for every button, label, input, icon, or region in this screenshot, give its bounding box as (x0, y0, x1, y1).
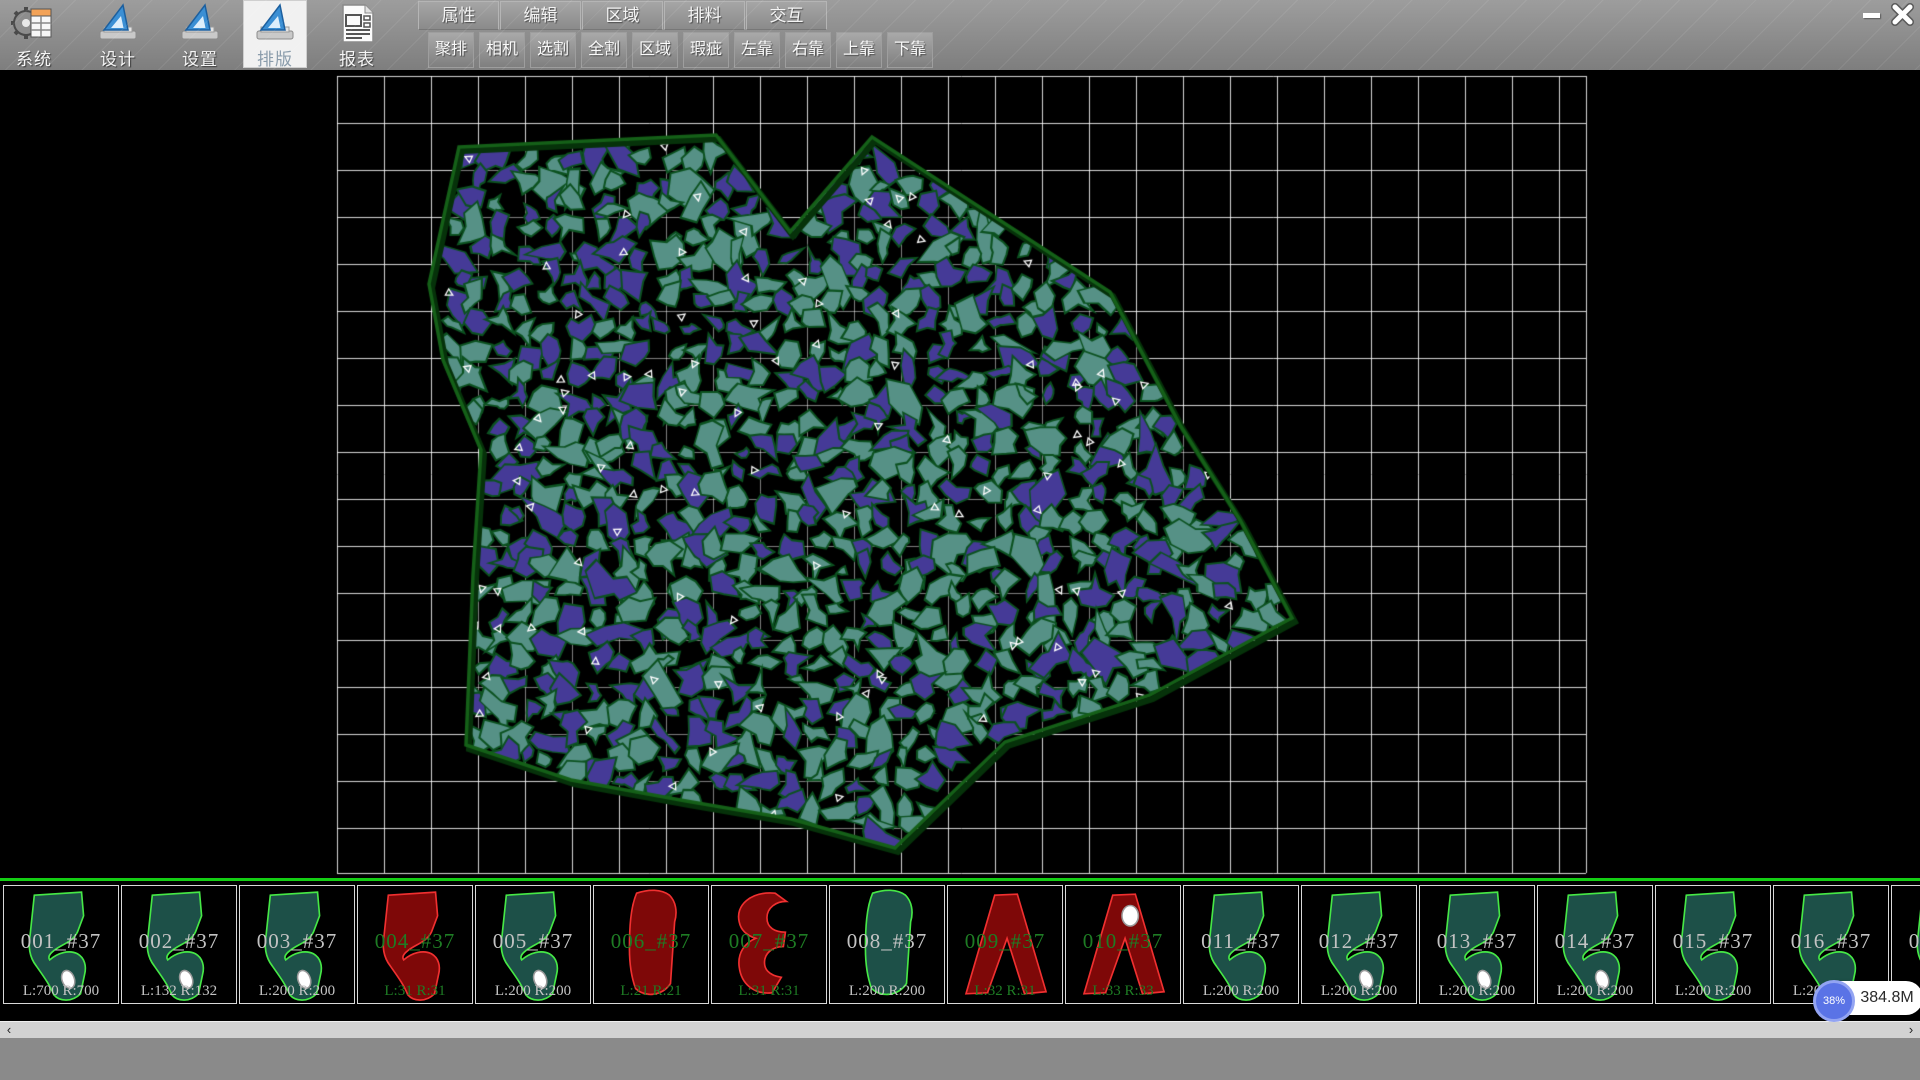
action-button-2[interactable]: 相机 (479, 32, 525, 68)
piece-lr-label: L:132 R:132 (122, 983, 236, 1000)
action-button-10[interactable]: 下靠 (887, 32, 933, 68)
piece-thumbnail[interactable]: 014_#37 L:200 R:200 (1537, 885, 1653, 1004)
piece-thumbnail-strip: 001_#37L:700 R:700002_#37L:132 R:132003_… (0, 878, 1920, 1005)
piece-id-label: 001_#37 (4, 929, 118, 954)
minimize-icon (1863, 13, 1880, 18)
piece-lr-label: L:700 R:700 (4, 983, 118, 1000)
piece-id-label: 003_#37 (240, 929, 354, 954)
piece-thumbnail[interactable]: 012_#37 L:200 R:200 (1301, 885, 1417, 1004)
scroll-right-arrow[interactable]: › (1902, 1022, 1920, 1039)
toolbar-button-5[interactable]: 报表 (325, 0, 389, 68)
piece-lr-label: L:200 R:200 (1184, 983, 1298, 1000)
piece-id-label: 014_#37 (1538, 929, 1652, 954)
action-button-8[interactable]: 右靠 (785, 32, 831, 68)
piece-lr-label: L:21 R:21 (594, 983, 708, 1000)
report-icon (334, 3, 380, 43)
minimize-button[interactable] (1856, 2, 1887, 27)
piece-thumbnail[interactable]: 002_#37 L:132 R:132 (121, 885, 237, 1004)
nesting-workspace (0, 70, 1920, 878)
close-icon (1887, 2, 1918, 27)
piece-lr-label: L:32 R:31 (948, 983, 1062, 1000)
piece-thumbnail[interactable]: 003_#37 L:200 R:200 (239, 885, 355, 1004)
piece-id-label: 008_#37 (830, 929, 944, 954)
piece-thumbnail[interactable]: 005_#37 L:200 R:200 (475, 885, 591, 1004)
toolbar-button-1[interactable]: 系统 (2, 0, 66, 68)
piece-thumbnail[interactable]: 004_#37 L:31 R:31 (357, 885, 473, 1004)
toolbar-button-4[interactable]: 排版 (243, 0, 307, 68)
piece-lr-label: L:200 R:200 (1420, 983, 1534, 1000)
piece-thumbnail[interactable]: 009_#37 L:32 R:31 (947, 885, 1063, 1004)
action-button-3[interactable]: 选割 (530, 32, 576, 68)
window-controls (1856, 2, 1918, 27)
progress-circle: 38% (1813, 980, 1855, 1022)
piece-id-label: 004_#37 (358, 929, 472, 954)
menu-tab-5[interactable]: 交互 (746, 1, 827, 30)
toolbar-button-label: 系统 (2, 45, 66, 70)
action-button-5[interactable]: 区域 (632, 32, 678, 68)
piece-id-label: 006_#37 (594, 929, 708, 954)
action-button-1[interactable]: 聚排 (428, 32, 474, 68)
set-square-icon (252, 3, 298, 43)
piece-thumbnail[interactable]: 015_#37 L:200 R:200 (1655, 885, 1771, 1004)
toolbar-button-label: 设置 (168, 45, 232, 70)
piece-id-label: 007_#37 (712, 929, 826, 954)
piece-thumbnail[interactable]: 007_#37 L:31 R:31 (711, 885, 827, 1004)
action-button-7[interactable]: 左靠 (734, 32, 780, 68)
scroll-left-arrow[interactable]: ‹ (0, 1022, 18, 1039)
strip-lower-gap (0, 1005, 1920, 1021)
piece-id-label: 016_#37 (1774, 929, 1888, 954)
menu-tab-2[interactable]: 编辑 (500, 1, 581, 30)
close-button[interactable] (1887, 2, 1918, 27)
piece-id-label: 013_#37 (1420, 929, 1534, 954)
piece-lr-label: L:200 R:200 (1302, 983, 1416, 1000)
menu-tab-4[interactable]: 排料 (664, 1, 745, 30)
piece-thumbnail[interactable]: 010_#37 L:33 R:33 (1065, 885, 1181, 1004)
piece-lr-label: L:200 R:200 (1538, 983, 1652, 1000)
piece-thumbnail[interactable]: 008_#37 L:200 R:200 (829, 885, 945, 1004)
action-button-4[interactable]: 全割 (581, 32, 627, 68)
menu-tab-1[interactable]: 属性 (418, 1, 499, 30)
action-button-6[interactable]: 瑕疵 (683, 32, 729, 68)
piece-lr-label: L:200 R:200 (830, 983, 944, 1000)
system-icon (11, 3, 57, 43)
piece-id-label: 011_#37 (1184, 929, 1298, 954)
nesting-canvas[interactable] (0, 70, 1920, 878)
piece-thumbnail[interactable]: 006_#37 L:21 R:21 (593, 885, 709, 1004)
menu-tab-3[interactable]: 区域 (582, 1, 663, 30)
status-bar (0, 1038, 1920, 1080)
title-bar: 系统设计设置排版报表 属性编辑区域排料交互 聚排相机选割全割区域瑕疵左靠右靠上靠… (0, 0, 1920, 70)
set-square-icon (95, 3, 141, 43)
piece-id-label: 012_#37 (1302, 929, 1416, 954)
action-button-9[interactable]: 上靠 (836, 32, 882, 68)
memory-value: 384.8M (1853, 981, 1920, 1015)
piece-id-label: 005_#37 (476, 929, 590, 954)
toolbar-button-3[interactable]: 设置 (168, 0, 232, 68)
piece-thumbnail[interactable]: 001_#37 L:700 R:700 (3, 885, 119, 1004)
piece-lr-label: L:33 R:33 (1066, 983, 1180, 1000)
piece-lr-label: L:200 R:200 (240, 983, 354, 1000)
set-square-icon (177, 3, 223, 43)
piece-thumbnail[interactable]: 013_#37 L:200 R:200 (1419, 885, 1535, 1004)
piece-id-label: 017_#37 (1892, 929, 1920, 954)
piece-id-label: 010_#37 (1066, 929, 1180, 954)
piece-lr-label: L:31 R:31 (712, 983, 826, 1000)
menu-tab-bar: 属性编辑区域排料交互 (418, 1, 828, 30)
piece-id-label: 009_#37 (948, 929, 1062, 954)
action-button-row: 聚排相机选割全割区域瑕疵左靠右靠上靠下靠 (428, 32, 938, 68)
horizontal-scrollbar[interactable]: ‹ › (0, 1021, 1920, 1038)
piece-lr-label: L:200 R:200 (476, 983, 590, 1000)
piece-thumbnail[interactable]: 011_#37 L:200 R:200 (1183, 885, 1299, 1004)
piece-id-label: 002_#37 (122, 929, 236, 954)
piece-lr-label: L:31 R:31 (358, 983, 472, 1000)
piece-lr-label: L:200 R:200 (1656, 983, 1770, 1000)
piece-id-label: 015_#37 (1656, 929, 1770, 954)
toolbar-button-2[interactable]: 设计 (86, 0, 150, 68)
application-window: 系统设计设置排版报表 属性编辑区域排料交互 聚排相机选割全割区域瑕疵左靠右靠上靠… (0, 0, 1920, 1080)
toolbar-button-label: 报表 (325, 45, 389, 70)
toolbar-button-label: 排版 (243, 45, 307, 70)
toolbar-button-label: 设计 (86, 45, 150, 70)
